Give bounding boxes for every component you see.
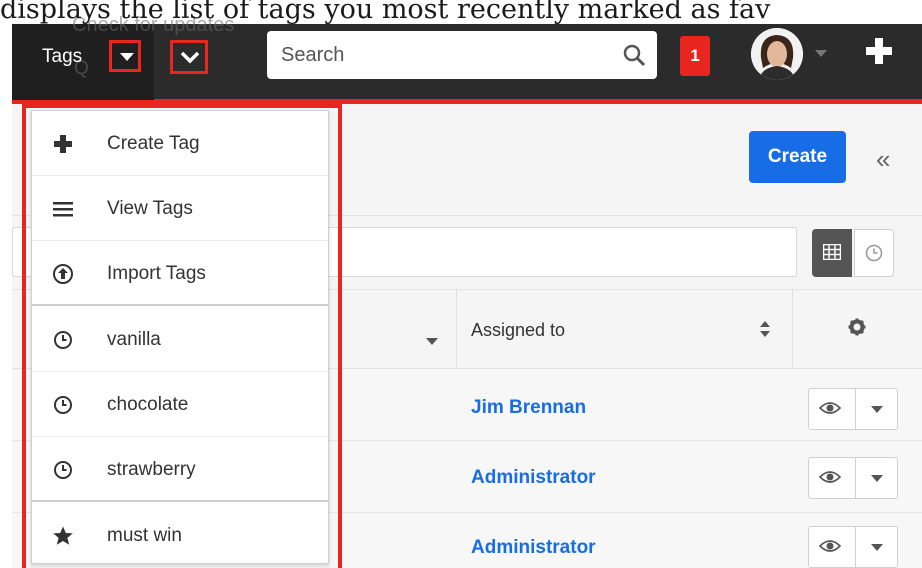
divider bbox=[855, 389, 856, 429]
eye-icon[interactable] bbox=[819, 468, 841, 486]
menu-item-import-tags[interactable]: Import Tags bbox=[32, 241, 328, 306]
column-divider bbox=[792, 289, 793, 369]
clock-icon bbox=[865, 244, 883, 262]
chevron-down-icon[interactable] bbox=[871, 475, 883, 482]
list-icon bbox=[53, 202, 73, 217]
notification-badge[interactable]: 1 bbox=[680, 36, 710, 76]
grid-icon bbox=[823, 244, 841, 260]
search-input[interactable] bbox=[281, 31, 611, 79]
clock-icon bbox=[54, 331, 72, 349]
menu-item-label: chocolate bbox=[107, 394, 189, 415]
gear-icon[interactable] bbox=[848, 318, 866, 336]
menu-item-favorite-tag[interactable]: must win bbox=[32, 503, 328, 568]
row-actions[interactable] bbox=[808, 526, 898, 568]
avatar[interactable] bbox=[751, 28, 803, 80]
module-label[interactable]: Tags bbox=[42, 46, 82, 68]
user-photo-icon bbox=[751, 28, 803, 80]
eye-icon[interactable] bbox=[819, 399, 841, 417]
upload-circle-icon bbox=[53, 264, 73, 284]
chevron-down-icon[interactable] bbox=[871, 544, 883, 551]
more-modules-button[interactable] bbox=[170, 40, 208, 74]
row-actions[interactable] bbox=[808, 388, 898, 430]
divider bbox=[855, 527, 856, 567]
collapse-sidebar-button[interactable]: « bbox=[876, 144, 890, 175]
divider bbox=[855, 458, 856, 498]
menu-item-label: vanilla bbox=[107, 329, 161, 350]
menu-item-recent-tag[interactable]: strawberry bbox=[32, 437, 328, 502]
clock-icon bbox=[54, 396, 72, 414]
list-view-toggle[interactable] bbox=[812, 229, 852, 277]
global-search bbox=[267, 31, 657, 79]
assigned-user-link[interactable]: Administrator bbox=[471, 467, 596, 489]
menu-item-label: View Tags bbox=[107, 198, 193, 219]
caret-down-icon bbox=[120, 53, 134, 61]
menu-item-label: strawberry bbox=[107, 459, 196, 480]
caption-text: displays the list of tags you most recen… bbox=[0, 0, 771, 24]
menu-item-label: Import Tags bbox=[107, 263, 206, 284]
assigned-to-header[interactable]: Assigned to bbox=[471, 320, 565, 341]
quick-create-button[interactable] bbox=[864, 36, 894, 66]
screenshot: Create « Assigned to Jim Brennan Adminis… bbox=[0, 0, 922, 568]
search-icon[interactable] bbox=[622, 43, 646, 67]
chevron-down-icon bbox=[180, 51, 200, 64]
eye-icon[interactable] bbox=[819, 537, 841, 555]
star-icon bbox=[53, 526, 73, 545]
assigned-user-link[interactable]: Administrator bbox=[471, 537, 596, 559]
menu-item-view-tags[interactable]: View Tags bbox=[32, 176, 328, 241]
assigned-user-link[interactable]: Jim Brennan bbox=[471, 397, 586, 419]
column-sort-caret-icon[interactable] bbox=[426, 338, 438, 345]
menu-item-label: Create Tag bbox=[107, 133, 200, 154]
menu-item-recent-tag[interactable]: chocolate bbox=[32, 372, 328, 437]
chevron-down-icon[interactable] bbox=[871, 406, 883, 413]
plus-icon bbox=[54, 135, 72, 153]
menu-item-label: must win bbox=[107, 525, 182, 546]
plus-icon bbox=[875, 38, 883, 64]
clock-icon bbox=[54, 461, 72, 479]
sort-icon[interactable] bbox=[759, 320, 771, 338]
menu-item-recent-tag[interactable]: vanilla bbox=[32, 307, 328, 372]
menu-item-create-tag[interactable]: Create Tag bbox=[32, 111, 328, 176]
activity-view-toggle[interactable] bbox=[854, 229, 894, 277]
row-actions[interactable] bbox=[808, 457, 898, 499]
tags-menu-toggle[interactable] bbox=[109, 40, 141, 72]
column-divider bbox=[456, 289, 457, 369]
user-menu-caret-icon[interactable] bbox=[815, 50, 827, 57]
create-button[interactable]: Create bbox=[749, 131, 846, 183]
tags-dropdown-menu: Create Tag View Tags Import Tags vanilla bbox=[31, 110, 329, 564]
